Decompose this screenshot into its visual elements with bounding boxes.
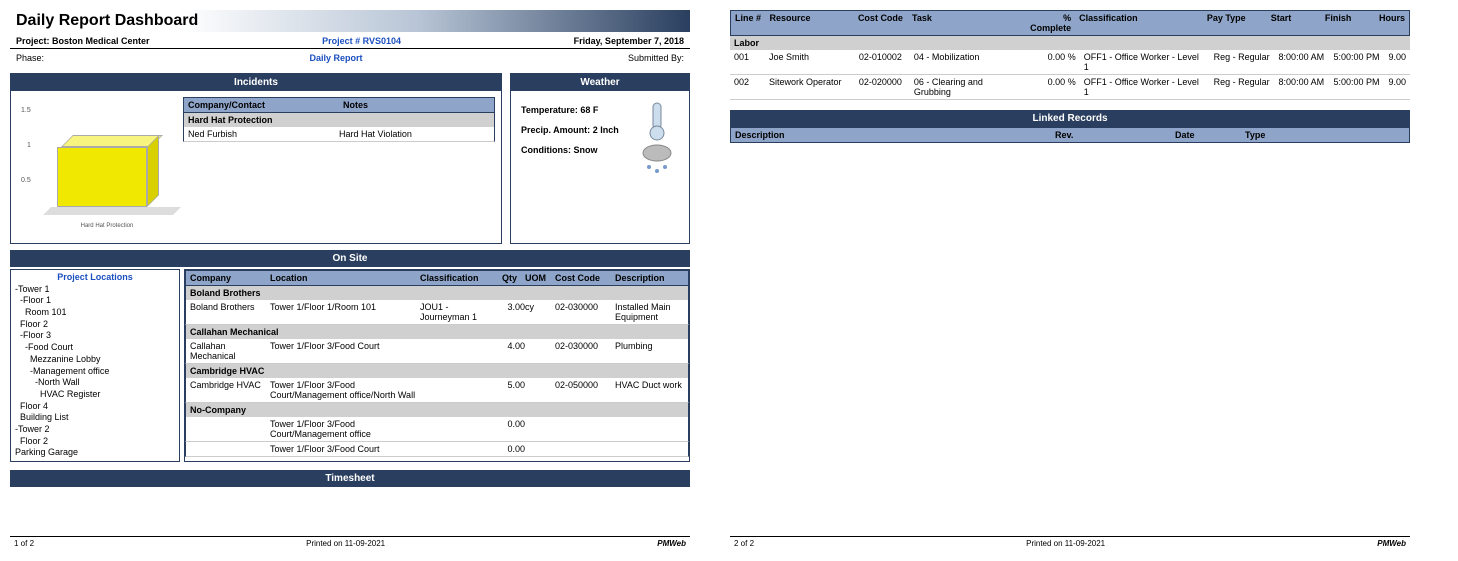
weather-header: Weather xyxy=(511,74,689,91)
incidents-chart: 1.5 1 0.5 Hard Hat Protection xyxy=(17,97,177,237)
onsite-row: Tower 1/Floor 3/Food Court0.00 xyxy=(185,442,689,457)
locations-list: -Tower 1 -Floor 1 Room 101 Floor 2 -Floo… xyxy=(15,284,175,459)
footer-2: 2 of 2 Printed on 11-09-2021 PMWeb xyxy=(730,536,1410,550)
col-desc: Description xyxy=(731,128,1051,142)
linked-table-header: Description Rev. Date Type xyxy=(730,127,1410,143)
col-qty: Qty xyxy=(486,271,521,285)
temp-value: 68 F xyxy=(580,105,598,115)
meta-row-1: Project: Boston Medical Center Project #… xyxy=(10,34,690,49)
phase-label: Phase: xyxy=(16,53,44,63)
col-finish: Finish xyxy=(1321,11,1375,35)
col-company: Company/Contact xyxy=(184,98,339,112)
temp-label: Temperature: xyxy=(521,105,578,115)
onsite-header: On Site xyxy=(10,250,690,267)
project-name: Boston Medical Center xyxy=(52,36,150,46)
col-start: Start xyxy=(1267,11,1321,35)
col-type: Type xyxy=(1241,128,1409,142)
incidents-table: Company/Contact Notes Hard Hat Protectio… xyxy=(183,97,495,237)
onsite-group: Boland Brothers xyxy=(185,286,689,300)
col-uom: UOM xyxy=(521,271,551,285)
timesheet-header: Timesheet xyxy=(10,470,690,487)
page-2: Line # Resource Cost Code Task % Complet… xyxy=(730,10,1410,550)
col-cost: Cost Code xyxy=(854,11,908,35)
ytick-1.5: 1.5 xyxy=(21,107,31,114)
col-task: Task xyxy=(908,11,1021,35)
timesheet-row: 001Joe Smith02-01000204 - Mobilization0.… xyxy=(730,50,1410,75)
project-label: Project: xyxy=(16,36,50,46)
incident-group: Hard Hat Protection xyxy=(183,113,495,127)
incident-company: Ned Furbish xyxy=(188,129,339,139)
onsite-row: Tower 1/Floor 3/Food Court/Management of… xyxy=(185,417,689,442)
col-location: Location xyxy=(266,271,416,285)
daily-report-link[interactable]: Daily Report xyxy=(309,53,362,63)
page-1: Daily Report Dashboard Project: Boston M… xyxy=(10,10,690,550)
col-line: Line # xyxy=(731,11,765,35)
ytick-1: 1 xyxy=(27,142,31,149)
precip-value: 2 Inch xyxy=(593,125,619,135)
col-company: Company xyxy=(186,271,266,285)
col-date: Date xyxy=(1171,128,1241,142)
col-pct: % Complete xyxy=(1021,11,1075,35)
col-description: Description xyxy=(611,271,688,285)
submitted-label: Submitted By: xyxy=(628,53,684,63)
brand: PMWeb xyxy=(1377,539,1406,548)
cond-value: Snow xyxy=(574,145,598,155)
col-rev: Rev. xyxy=(1051,128,1171,142)
ytick-0.5: 0.5 xyxy=(21,177,31,184)
timesheet-group: Labor xyxy=(730,36,1410,50)
onsite-group: Callahan Mechanical xyxy=(185,325,689,339)
col-notes: Notes xyxy=(339,98,494,112)
locations-box: Project Locations -Tower 1 -Floor 1 Room… xyxy=(10,269,180,462)
onsite-table: Company Location Classification Qty UOM … xyxy=(184,269,690,462)
printed-on: Printed on 11-09-2021 xyxy=(306,539,385,548)
onsite-row: Callahan MechanicalTower 1/Floor 3/Food … xyxy=(185,339,689,364)
precip-label: Precip. Amount: xyxy=(521,125,590,135)
onsite-row: Boland BrothersTower 1/Floor 1/Room 101J… xyxy=(185,300,689,325)
onsite-row: Cambridge HVACTower 1/Floor 3/Food Court… xyxy=(185,378,689,403)
cond-label: Conditions: xyxy=(521,145,571,155)
footer-1: 1 of 2 Printed on 11-09-2021 PMWeb xyxy=(10,536,690,550)
locations-title: Project Locations xyxy=(15,272,175,284)
col-hours: Hours xyxy=(1375,11,1409,35)
weather-panel: Weather Temperature: 68 F Precip. Amount… xyxy=(510,73,690,244)
incidents-header: Incidents xyxy=(11,74,501,91)
incident-notes: Hard Hat Violation xyxy=(339,129,490,139)
weather-icon xyxy=(639,101,679,189)
printed-on: Printed on 11-09-2021 xyxy=(1026,539,1105,548)
col-classification: Classification xyxy=(416,271,486,285)
page-title: Daily Report Dashboard xyxy=(10,10,690,32)
col-pay: Pay Type xyxy=(1203,11,1267,35)
page-number: 1 of 2 xyxy=(14,539,34,548)
onsite-group: No-Company xyxy=(185,403,689,417)
linked-header: Linked Records xyxy=(730,110,1410,127)
report-date: Friday, September 7, 2018 xyxy=(574,36,684,46)
onsite-group: Cambridge HVAC xyxy=(185,364,689,378)
chart-category-label: Hard Hat Protection xyxy=(67,223,147,229)
timesheet-table-header: Line # Resource Cost Code Task % Complet… xyxy=(730,10,1410,36)
timesheet-row: 002Sitework Operator02-02000006 - Cleari… xyxy=(730,75,1410,100)
brand: PMWeb xyxy=(657,539,686,548)
project-num-label: Project # xyxy=(322,36,360,46)
meta-row-2: Phase: Daily Report Submitted By: xyxy=(10,49,690,73)
project-num: RVS0104 xyxy=(363,36,401,46)
col-resource: Resource xyxy=(765,11,853,35)
col-class: Classification xyxy=(1075,11,1203,35)
col-costcode: Cost Code xyxy=(551,271,611,285)
incident-row: Ned Furbish Hard Hat Violation xyxy=(183,127,495,142)
incidents-panel: Incidents 1.5 1 0.5 Hard Hat Protection xyxy=(10,73,502,244)
page-number: 2 of 2 xyxy=(734,539,754,548)
